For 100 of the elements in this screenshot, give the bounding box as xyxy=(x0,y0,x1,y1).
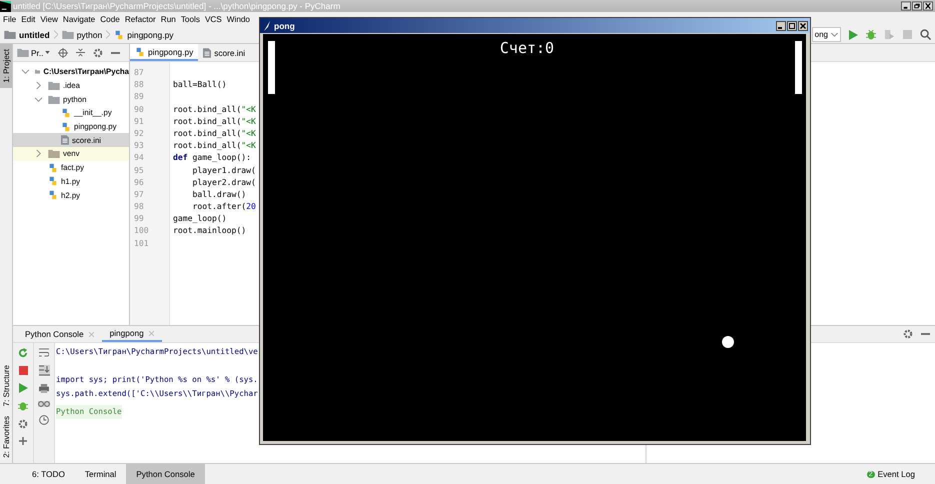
menu-item[interactable]: Windo xyxy=(226,14,250,24)
code-line: root.bind_all("<K xyxy=(173,116,256,126)
python-file-icon xyxy=(48,190,58,200)
tool-window-tab[interactable]: 2: Favorites xyxy=(0,411,12,463)
chevron-icon xyxy=(54,30,58,39)
code-line: root.bind_all("<K xyxy=(173,128,256,138)
menu-item[interactable]: Navigate xyxy=(62,14,96,24)
rerun-icon[interactable] xyxy=(18,348,28,358)
run-icon[interactable] xyxy=(18,383,28,393)
add-icon[interactable] xyxy=(19,437,27,445)
code-line: def game_loop(): xyxy=(173,152,251,162)
scroll-end-icon[interactable] xyxy=(38,365,50,376)
text-file-icon xyxy=(61,135,69,146)
paddle xyxy=(268,41,275,94)
menu-item[interactable]: VCS xyxy=(204,14,222,24)
menu-item[interactable]: Code xyxy=(100,14,120,24)
line-number: 95 xyxy=(133,164,145,176)
tool-window-tab[interactable]: 1: Project xyxy=(0,44,12,88)
close-icon[interactable] xyxy=(923,1,933,11)
line-number: 89 xyxy=(133,90,145,103)
text-file-icon xyxy=(203,48,212,58)
wrap-icon[interactable] xyxy=(39,348,49,357)
editor-tab[interactable]: score.ini xyxy=(198,44,250,61)
caret-icon xyxy=(831,32,838,36)
folder-icon xyxy=(17,48,29,57)
menu-item[interactable]: Run xyxy=(160,14,176,24)
python-file-icon xyxy=(48,176,58,186)
line-number: 88 xyxy=(133,78,145,90)
line-number: 96 xyxy=(133,176,145,188)
app-logo-icon xyxy=(0,0,11,12)
menu-item[interactable]: View xyxy=(40,14,58,24)
glasses-icon[interactable] xyxy=(38,401,50,407)
console-tab[interactable]: Python Console xyxy=(17,326,102,342)
menu-item[interactable]: File xyxy=(3,14,16,24)
python-file-icon xyxy=(135,46,145,56)
target-icon[interactable] xyxy=(58,48,68,58)
stop-icon[interactable] xyxy=(18,366,28,375)
tool-window-tab[interactable]: 7: Structure xyxy=(0,360,12,412)
minimize-icon[interactable] xyxy=(901,1,911,11)
folder-icon xyxy=(35,67,40,76)
tool-window-tab[interactable]: Terminal xyxy=(74,464,126,484)
line-number: 92 xyxy=(133,126,145,140)
code-line: root.bind_all("<K xyxy=(173,104,256,114)
menu-item[interactable]: Tools xyxy=(180,14,200,24)
history-icon[interactable] xyxy=(39,415,49,425)
window-title: untitled [C:\Users\Тигран\PycharmProjects\untitled] - ...\python\pingpong.py - PyCharm xyxy=(13,1,340,11)
window-title: pong xyxy=(274,20,295,30)
print-icon[interactable] xyxy=(39,384,49,393)
line-number: 87 xyxy=(133,66,145,78)
close-icon[interactable] xyxy=(798,20,808,30)
settings-icon[interactable] xyxy=(18,419,28,429)
line-number: 98 xyxy=(133,200,145,212)
breadcrumb[interactable]: pingpong.py xyxy=(127,30,174,40)
code-line: root.bind_all("<K xyxy=(173,140,256,150)
folder-icon xyxy=(48,94,60,104)
chevron-icon xyxy=(106,30,110,39)
menu-item[interactable]: Refactor xyxy=(124,14,156,24)
score-text: Счет:0 xyxy=(500,39,554,57)
line-number: 93 xyxy=(133,139,145,152)
ball xyxy=(722,336,734,348)
maximize-icon[interactable] xyxy=(787,20,797,30)
folder-icon xyxy=(4,30,16,39)
tool-window-tab[interactable]: 6: TODO xyxy=(22,464,75,484)
caret-icon xyxy=(45,51,50,54)
line-number: 101 xyxy=(133,236,150,249)
settings-icon[interactable] xyxy=(93,48,104,58)
panel-title[interactable]: Pr.. xyxy=(31,48,44,58)
settings-icon[interactable] xyxy=(903,329,913,339)
code-line: player2.draw( xyxy=(191,176,256,187)
python-file-icon xyxy=(61,122,71,132)
tool-window-tab[interactable]: Python Console xyxy=(126,464,205,484)
minimize-icon[interactable] xyxy=(776,20,786,30)
editor-tab[interactable]: pingpong.py xyxy=(130,44,198,61)
menu-item[interactable]: Edit xyxy=(21,14,36,24)
folder-icon xyxy=(48,81,60,90)
collapse-icon[interactable] xyxy=(76,48,86,57)
code-line: ball.draw() xyxy=(191,188,246,199)
restore-icon[interactable] xyxy=(912,1,922,11)
line-number: 90 xyxy=(133,102,145,115)
line-number: 99 xyxy=(133,212,145,224)
code-line: game_loop() xyxy=(173,213,227,224)
code-line: root.after(20 xyxy=(191,201,256,212)
python-file-icon xyxy=(48,162,58,173)
python-file-icon xyxy=(61,108,71,118)
run-config-dropdown[interactable]: ong xyxy=(812,27,841,42)
breadcrumb[interactable]: untitled xyxy=(19,30,50,40)
line-number: 100 xyxy=(133,224,150,237)
search-icon[interactable] xyxy=(920,29,931,40)
paddle xyxy=(795,41,802,94)
run-icon[interactable] xyxy=(849,30,858,40)
line-number: 97 xyxy=(133,188,145,200)
line-number: 94 xyxy=(133,151,145,164)
breadcrumb[interactable]: python xyxy=(76,30,102,40)
code-line: root.mainloop() xyxy=(173,225,246,236)
feather-icon xyxy=(264,20,270,30)
folder-icon xyxy=(62,30,74,39)
code-line: player1.draw( xyxy=(191,164,256,174)
line-number: 91 xyxy=(133,114,145,127)
code-line: ball=Ball() xyxy=(173,79,227,90)
python-file-icon xyxy=(114,30,124,40)
